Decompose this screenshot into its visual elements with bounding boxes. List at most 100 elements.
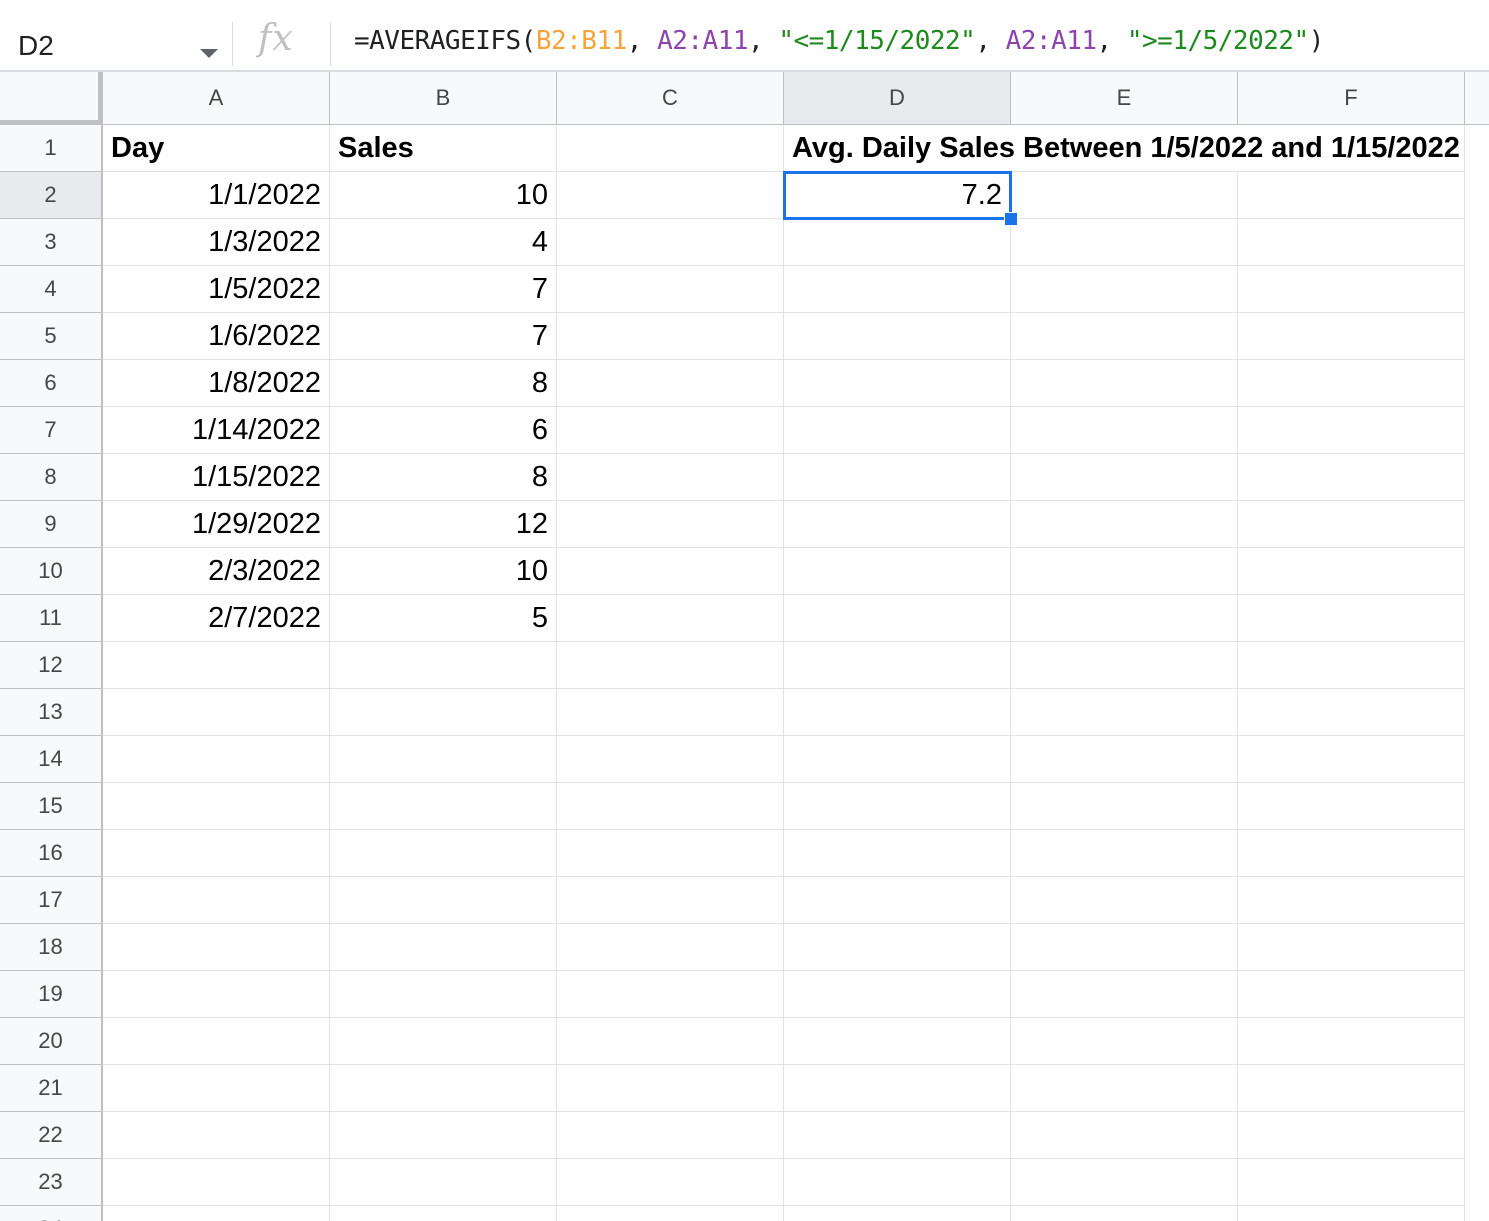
cell-f6[interactable] [1238, 360, 1465, 407]
cell-e18[interactable] [1011, 924, 1238, 971]
cell-b21[interactable] [330, 1065, 557, 1112]
cell-b10[interactable]: 10 [330, 548, 557, 595]
cell-f10[interactable] [1238, 548, 1465, 595]
cell-d8[interactable] [784, 454, 1011, 501]
cell-e24[interactable] [1011, 1206, 1238, 1221]
row-header-24[interactable]: 24 [0, 1206, 103, 1221]
cell-d19[interactable] [784, 971, 1011, 1018]
cell-c3[interactable] [557, 219, 784, 266]
cell-a8[interactable]: 1/15/2022 [103, 454, 330, 501]
cell-f11[interactable] [1238, 595, 1465, 642]
cell-c12[interactable] [557, 642, 784, 689]
cell-b24[interactable] [330, 1206, 557, 1221]
cell-d16[interactable] [784, 830, 1011, 877]
cell-d10[interactable] [784, 548, 1011, 595]
row-header-22[interactable]: 22 [0, 1112, 103, 1159]
cell-f17[interactable] [1238, 877, 1465, 924]
cell-f9[interactable] [1238, 501, 1465, 548]
cell-c7[interactable] [557, 407, 784, 454]
column-header-d[interactable]: D [784, 72, 1011, 125]
row-header-12[interactable]: 12 [0, 642, 103, 689]
cell-c22[interactable] [557, 1112, 784, 1159]
cell-b6[interactable]: 8 [330, 360, 557, 407]
row-header-16[interactable]: 16 [0, 830, 103, 877]
cell-b3[interactable]: 4 [330, 219, 557, 266]
cell-b11[interactable]: 5 [330, 595, 557, 642]
cell-e17[interactable] [1011, 877, 1238, 924]
cell-a15[interactable] [103, 783, 330, 830]
cell-c21[interactable] [557, 1065, 784, 1112]
cell-c6[interactable] [557, 360, 784, 407]
cell-e22[interactable] [1011, 1112, 1238, 1159]
select-all-corner[interactable] [0, 72, 103, 125]
cell-d17[interactable] [784, 877, 1011, 924]
cell-a1[interactable]: Day [103, 125, 330, 172]
cell-e16[interactable] [1011, 830, 1238, 877]
cell-e13[interactable] [1011, 689, 1238, 736]
row-header-3[interactable]: 3 [0, 219, 103, 266]
cell-c19[interactable] [557, 971, 784, 1018]
cell-e3[interactable] [1011, 219, 1238, 266]
cell-a22[interactable] [103, 1112, 330, 1159]
row-header-23[interactable]: 23 [0, 1159, 103, 1206]
cell-b14[interactable] [330, 736, 557, 783]
cell-a18[interactable] [103, 924, 330, 971]
cell-c16[interactable] [557, 830, 784, 877]
cell-b7[interactable]: 6 [330, 407, 557, 454]
cell-a21[interactable] [103, 1065, 330, 1112]
row-header-18[interactable]: 18 [0, 924, 103, 971]
row-header-20[interactable]: 20 [0, 1018, 103, 1065]
cell-c23[interactable] [557, 1159, 784, 1206]
row-header-1[interactable]: 1 [0, 125, 103, 172]
row-header-19[interactable]: 19 [0, 971, 103, 1018]
row-header-11[interactable]: 11 [0, 595, 103, 642]
cell-c24[interactable] [557, 1206, 784, 1221]
cell-f18[interactable] [1238, 924, 1465, 971]
cell-b16[interactable] [330, 830, 557, 877]
column-header-c[interactable]: C [557, 72, 784, 125]
formula-input[interactable]: =AVERAGEIFS(B2:B11, A2:A11, "<=1/15/2022… [354, 26, 1324, 56]
cell-a2[interactable]: 1/1/2022 [103, 172, 330, 219]
cell-a14[interactable] [103, 736, 330, 783]
cell-d24[interactable] [784, 1206, 1011, 1221]
cell-c8[interactable] [557, 454, 784, 501]
cell-a9[interactable]: 1/29/2022 [103, 501, 330, 548]
row-header-14[interactable]: 14 [0, 736, 103, 783]
cell-a20[interactable] [103, 1018, 330, 1065]
cell-c1[interactable] [557, 125, 784, 172]
cell-f12[interactable] [1238, 642, 1465, 689]
row-header-7[interactable]: 7 [0, 407, 103, 454]
cell-f16[interactable] [1238, 830, 1465, 877]
cell-f15[interactable] [1238, 783, 1465, 830]
row-header-15[interactable]: 15 [0, 783, 103, 830]
cell-b1[interactable]: Sales [330, 125, 557, 172]
cell-c17[interactable] [557, 877, 784, 924]
row-header-9[interactable]: 9 [0, 501, 103, 548]
cell-d23[interactable] [784, 1159, 1011, 1206]
cell-c9[interactable] [557, 501, 784, 548]
cell-e8[interactable] [1011, 454, 1238, 501]
cell-d6[interactable] [784, 360, 1011, 407]
cell-a16[interactable] [103, 830, 330, 877]
cell-b18[interactable] [330, 924, 557, 971]
cell-b13[interactable] [330, 689, 557, 736]
cell-b20[interactable] [330, 1018, 557, 1065]
cell-a10[interactable]: 2/3/2022 [103, 548, 330, 595]
cell-e9[interactable] [1011, 501, 1238, 548]
cell-d9[interactable] [784, 501, 1011, 548]
cell-a12[interactable] [103, 642, 330, 689]
cell-b15[interactable] [330, 783, 557, 830]
cell-e11[interactable] [1011, 595, 1238, 642]
cell-c20[interactable] [557, 1018, 784, 1065]
row-header-5[interactable]: 5 [0, 313, 103, 360]
fill-handle[interactable] [1004, 212, 1018, 226]
cell-f8[interactable] [1238, 454, 1465, 501]
cell-f24[interactable] [1238, 1206, 1465, 1221]
cell-d4[interactable] [784, 266, 1011, 313]
cell-e4[interactable] [1011, 266, 1238, 313]
cell-a11[interactable]: 2/7/2022 [103, 595, 330, 642]
cell-d22[interactable] [784, 1112, 1011, 1159]
column-header-e[interactable]: E [1011, 72, 1238, 125]
cell-c5[interactable] [557, 313, 784, 360]
row-header-8[interactable]: 8 [0, 454, 103, 501]
